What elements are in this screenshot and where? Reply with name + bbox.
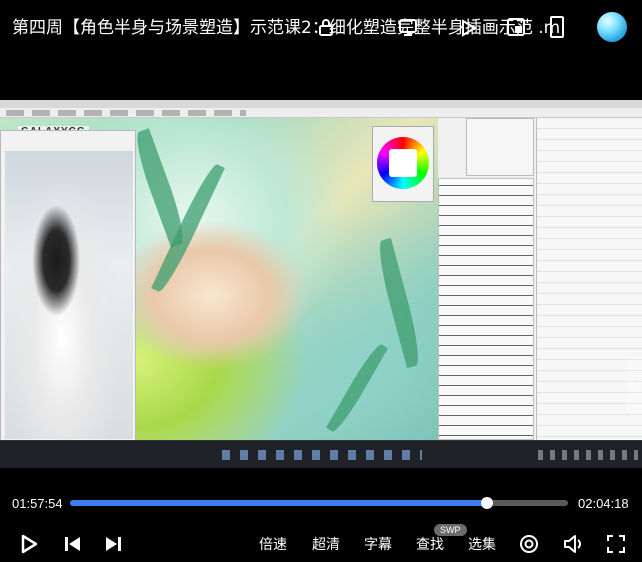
cast-icon[interactable] (398, 17, 418, 37)
fullscreen-icon (607, 535, 625, 553)
speed-label: 倍速 (259, 537, 287, 553)
video-frame[interactable]: GALAXYCG ‹ (0, 100, 642, 468)
side-collapse-arrow[interactable]: ‹ (626, 358, 642, 416)
lock-icon[interactable] (318, 18, 334, 36)
swp-badge: SWP (434, 524, 467, 536)
skip-next-icon (106, 537, 121, 551)
speed-button[interactable]: 倍速 (259, 526, 287, 562)
record-icon (520, 535, 538, 553)
current-time: 01:57:54 (12, 496, 63, 511)
control-bar: 倍速 超清 字幕 查找 选集 (0, 526, 642, 562)
color-wheel-panel (372, 126, 434, 202)
orientation-icon[interactable] (550, 16, 564, 38)
tool-panels (438, 118, 642, 440)
subtitle-label: 字幕 (364, 537, 392, 553)
quality-label: 超清 (312, 537, 340, 553)
progress-fill (70, 500, 487, 506)
record-button[interactable] (519, 526, 539, 562)
app-titlebar (0, 100, 642, 108)
app-menubar (0, 108, 642, 118)
chevron-left-icon: ‹ (629, 376, 635, 393)
subtitle-button[interactable]: 字幕 (364, 526, 392, 562)
episodes-button[interactable]: 选集 (468, 526, 496, 562)
picture-in-picture-icon[interactable] (506, 17, 526, 37)
top-bar: 第四周【角色半身与场景塑造】示范课2：细化塑造完整半身插画示范 .mp4 (0, 0, 642, 56)
skip-previous-icon (65, 537, 80, 551)
volume-icon (564, 535, 581, 553)
tool-palette (466, 118, 534, 176)
audio-play-icon[interactable] (458, 18, 478, 38)
quality-button[interactable]: 超清 (312, 526, 340, 562)
total-time: 02:04:18 (578, 496, 629, 511)
color-wheel (377, 137, 429, 189)
brush-list (438, 178, 534, 440)
fullscreen-button[interactable] (607, 526, 625, 562)
progress-thumb[interactable] (480, 497, 493, 509)
search-label: 查找 (416, 537, 444, 553)
episodes-label: 选集 (468, 537, 496, 553)
play-button[interactable] (20, 526, 38, 562)
volume-button[interactable] (563, 526, 585, 562)
reference-photo (0, 130, 136, 442)
windows-taskbar (0, 440, 642, 468)
previous-button[interactable] (64, 526, 82, 562)
progress-bar[interactable] (70, 497, 568, 509)
next-button[interactable] (104, 526, 122, 562)
play-icon (21, 534, 38, 554)
assistant-bubble-icon[interactable] (597, 12, 627, 42)
